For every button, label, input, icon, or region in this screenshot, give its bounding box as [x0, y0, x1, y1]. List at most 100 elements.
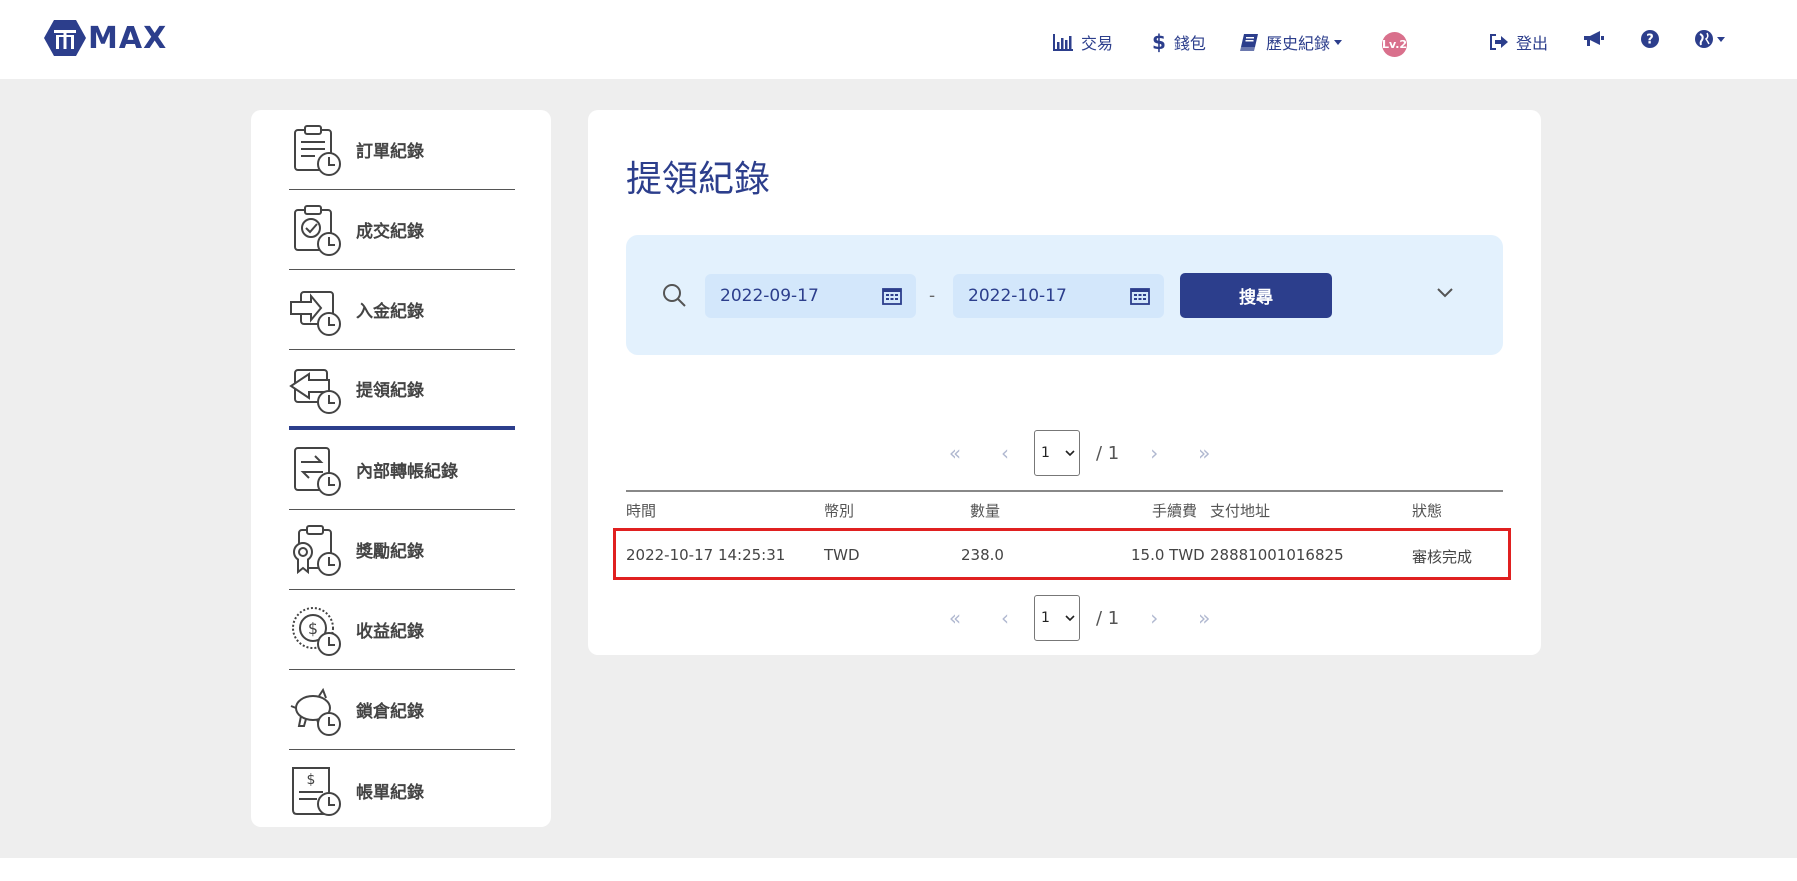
- page-select[interactable]: 1: [1034, 595, 1080, 641]
- chevron-down-icon: [1334, 39, 1343, 45]
- next-page-icon[interactable]: ›: [1141, 606, 1167, 630]
- chevron-down-icon: [1717, 36, 1725, 42]
- cell-address: 28881001016825: [1210, 546, 1344, 564]
- column-header-address: 支付地址: [1210, 502, 1271, 520]
- nav-announcement[interactable]: [1584, 30, 1604, 48]
- cell-time: 2022-10-17 14:25:31: [626, 546, 786, 564]
- column-header-status: 狀態: [1412, 502, 1443, 520]
- cell-fee: 15.0 TWD: [1131, 546, 1205, 564]
- sidebar-item-deposits[interactable]: 入金紀錄: [289, 270, 515, 350]
- sidebar-item-income[interactable]: $ 收益紀錄: [289, 590, 515, 670]
- income-record-icon: $: [292, 606, 341, 656]
- sidebar-item-label: 鎖倉紀錄: [356, 702, 424, 722]
- max-logo[interactable]: MAX: [44, 18, 167, 58]
- chevron-down-icon[interactable]: [1436, 287, 1454, 299]
- column-header-currency: 幣別: [824, 502, 855, 520]
- book-icon: [1240, 33, 1258, 51]
- nav-level[interactable]: Lv.2: [1382, 32, 1407, 57]
- internal-transfer-icon: [294, 446, 341, 496]
- max-logo-icon: [44, 20, 86, 56]
- date-from-value: 2022-09-17: [720, 286, 819, 306]
- calendar-icon[interactable]: [1130, 287, 1150, 305]
- table-header: 時間 幣別 數量 手續費 支付地址 狀態: [626, 490, 1503, 522]
- sidebar-item-label: 入金紀錄: [356, 302, 424, 322]
- sidebar-item-label: 內部轉帳紀錄: [356, 462, 458, 482]
- date-separator: -: [929, 286, 936, 306]
- first-page-icon[interactable]: «: [942, 441, 968, 465]
- nav-wallet-label: 錢包: [1173, 34, 1206, 53]
- calendar-icon[interactable]: [882, 287, 902, 305]
- pagination-top: « ‹ 1 / 1 › »: [930, 430, 1229, 476]
- table-row[interactable]: 2022-10-17 14:25:31 TWD 238.0 15.0 TWD 2…: [613, 528, 1511, 580]
- sidebar-item-orders[interactable]: 訂單紀錄: [289, 110, 515, 190]
- cell-status: 審核完成: [1412, 548, 1473, 566]
- page-total: / 1: [1096, 607, 1120, 629]
- date-to-value: 2022-10-17: [968, 286, 1067, 306]
- chevron-down-icon: [1065, 449, 1075, 456]
- withdraw-records-card: 提領紀錄 2022-09-17 - 2022-10-17 搜尋 « ‹ 1 / …: [588, 110, 1541, 655]
- cell-amount: 238.0: [961, 546, 1004, 564]
- order-record-icon: [294, 124, 341, 176]
- sidebar-item-label: 提領紀錄: [356, 380, 424, 401]
- footer-strip: [0, 858, 1797, 881]
- withdraw-record-icon: [289, 369, 341, 414]
- date-to-input[interactable]: 2022-10-17: [953, 274, 1164, 318]
- search-icon: [663, 284, 686, 307]
- nav-history-label: 歷史紀錄: [1266, 34, 1331, 53]
- nav-help[interactable]: ?: [1641, 30, 1659, 48]
- search-button[interactable]: 搜尋: [1180, 273, 1332, 318]
- nav-language[interactable]: [1695, 30, 1725, 48]
- nav-trade[interactable]: 交易: [1053, 30, 1113, 54]
- nav-logout-label: 登出: [1516, 34, 1549, 53]
- page-total: / 1: [1096, 442, 1120, 464]
- first-page-icon[interactable]: «: [942, 606, 968, 630]
- column-header-amount: 數量: [970, 502, 1001, 520]
- sidebar-item-trades[interactable]: 成交紀錄: [289, 190, 515, 270]
- next-page-icon[interactable]: ›: [1141, 441, 1167, 465]
- prev-page-icon[interactable]: ‹: [992, 606, 1018, 630]
- nav-history[interactable]: 歷史紀錄: [1240, 30, 1343, 54]
- level-badge: Lv.2: [1382, 32, 1407, 57]
- reward-record-icon: [293, 524, 341, 576]
- nav-logout[interactable]: 登出: [1490, 30, 1548, 54]
- prev-page-icon[interactable]: ‹: [992, 441, 1018, 465]
- lock-record-icon: [290, 687, 341, 736]
- nav-trade-label: 交易: [1081, 34, 1114, 53]
- bill-record-icon: $: [292, 767, 341, 816]
- sidebar-item-label: 帳單紀錄: [356, 782, 424, 803]
- globe-icon: [1695, 30, 1713, 48]
- svg-text:$: $: [307, 772, 316, 788]
- history-sidebar: 訂單紀錄 成交紀錄 入金紀錄 提領紀錄 內部轉帳紀錄 獎勵紀錄 $ 收益紀錄 鎖…: [251, 110, 551, 827]
- logout-icon: [1490, 34, 1508, 50]
- sidebar-item-withdrawals[interactable]: 提領紀錄: [289, 350, 515, 430]
- sidebar-item-internal-transfer[interactable]: 內部轉帳紀錄: [289, 430, 515, 510]
- pagination-bottom: « ‹ 1 / 1 › »: [930, 595, 1229, 641]
- column-header-time: 時間: [626, 502, 657, 520]
- page-title: 提領紀錄: [626, 159, 771, 200]
- nav-wallet[interactable]: $ 錢包: [1152, 30, 1206, 54]
- megaphone-icon: [1584, 31, 1604, 46]
- sidebar-item-label: 成交紀錄: [356, 222, 424, 242]
- page-select-value: 1: [1041, 445, 1050, 461]
- page-select[interactable]: 1: [1034, 430, 1080, 476]
- last-page-icon[interactable]: »: [1191, 606, 1217, 630]
- sidebar-item-lock[interactable]: 鎖倉紀錄: [289, 670, 515, 750]
- column-header-fee: 手續費: [1152, 502, 1198, 520]
- page-select-value: 1: [1041, 610, 1050, 626]
- sidebar-item-label: 獎勵紀錄: [356, 542, 424, 562]
- logo-text: MAX: [88, 20, 168, 56]
- deposit-record-icon: [290, 290, 341, 336]
- chevron-down-icon: [1065, 614, 1075, 621]
- svg-text:?: ?: [1646, 33, 1654, 48]
- date-from-input[interactable]: 2022-09-17: [705, 274, 916, 318]
- bar-chart-icon: [1053, 33, 1073, 51]
- top-header: MAX 交易 $ 錢包 歷史紀錄 Lv.2 登出 ?: [0, 0, 1797, 79]
- search-filter-panel: 2022-09-17 - 2022-10-17 搜尋: [626, 235, 1503, 355]
- dollar-icon: $: [1152, 30, 1166, 54]
- trade-record-icon: [294, 204, 341, 256]
- sidebar-item-rewards[interactable]: 獎勵紀錄: [289, 510, 515, 590]
- sidebar-item-label: 訂單紀錄: [356, 142, 424, 162]
- last-page-icon[interactable]: »: [1191, 441, 1217, 465]
- svg-text:$: $: [308, 619, 318, 638]
- sidebar-item-bills[interactable]: $ 帳單紀錄: [289, 750, 515, 830]
